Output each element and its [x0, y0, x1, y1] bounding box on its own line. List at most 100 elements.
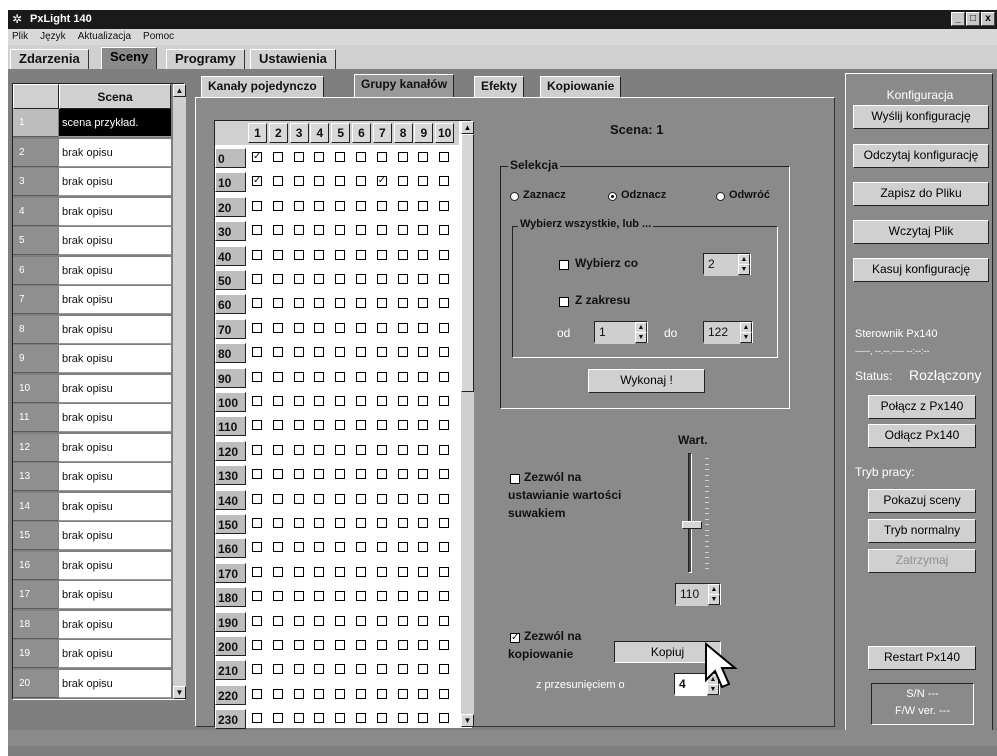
radio-odwroc[interactable]: [716, 192, 725, 201]
channel-checkbox[interactable]: [356, 176, 366, 187]
scene-row[interactable]: 19 brak opisu: [13, 640, 173, 669]
channel-checkbox[interactable]: [439, 347, 450, 358]
channel-checkbox[interactable]: [293, 493, 304, 504]
channel-checkbox[interactable]: [356, 493, 366, 504]
channel-checkbox[interactable]: [356, 664, 366, 675]
channel-checkbox[interactable]: [335, 444, 346, 455]
channel-checkbox[interactable]: [439, 249, 450, 260]
channel-checkbox[interactable]: [272, 713, 283, 724]
channel-checkbox[interactable]: [376, 493, 387, 504]
channel-checkbox[interactable]: [418, 444, 429, 455]
channel-checkbox[interactable]: [252, 640, 262, 650]
tab-zdarzenia[interactable]: Zdarzenia: [10, 49, 89, 69]
scene-description[interactable]: brak opisu: [59, 286, 171, 314]
channel-checkbox[interactable]: [272, 396, 283, 406]
from-down-icon[interactable]: ▼: [635, 332, 647, 343]
channel-checkbox[interactable]: [439, 274, 450, 284]
slider-value-spinner[interactable]: 110 ▲ ▼: [675, 583, 721, 606]
channel-checkbox[interactable]: [272, 176, 283, 187]
slider-track[interactable]: [688, 453, 692, 573]
scene-row[interactable]: 5 brak opisu: [13, 227, 173, 256]
channel-checkbox[interactable]: [293, 176, 304, 187]
channel-checkbox[interactable]: [418, 200, 429, 211]
channel-checkbox[interactable]: [356, 591, 366, 602]
channel-checkbox[interactable]: [356, 469, 366, 480]
scene-description[interactable]: brak opisu: [59, 256, 171, 285]
channel-checkbox[interactable]: [335, 225, 346, 236]
channel-checkbox[interactable]: [335, 518, 346, 528]
channel-checkbox[interactable]: [272, 444, 283, 455]
tab-programy[interactable]: Programy: [166, 49, 245, 69]
channel-checkbox[interactable]: [439, 176, 450, 187]
tab-kopiowanie[interactable]: Kopiowanie: [540, 76, 622, 97]
channel-checkbox[interactable]: [356, 249, 366, 260]
channel-checkbox[interactable]: [293, 713, 304, 724]
channel-checkbox[interactable]: [376, 371, 387, 382]
channel-checkbox[interactable]: [439, 640, 450, 650]
show-scenes-button[interactable]: Pokazuj sceny: [868, 489, 976, 513]
channel-checkbox[interactable]: [397, 298, 408, 309]
normal-mode-button[interactable]: Tryb normalny: [868, 519, 976, 543]
channel-checkbox[interactable]: [376, 615, 387, 626]
channel-checkbox[interactable]: [252, 664, 262, 675]
channel-checkbox[interactable]: [376, 713, 387, 724]
copy-allow-checkbox[interactable]: ✓: [510, 633, 520, 643]
channel-checkbox[interactable]: [252, 200, 262, 211]
channel-checkbox[interactable]: [252, 396, 262, 406]
channel-checkbox[interactable]: [272, 420, 283, 431]
channel-checkbox[interactable]: [397, 322, 408, 333]
channel-checkbox[interactable]: [293, 615, 304, 626]
channel-checkbox[interactable]: [335, 469, 346, 480]
disconnect-button[interactable]: Odłącz Px140: [868, 424, 976, 448]
channel-checkbox[interactable]: [314, 396, 325, 406]
slider-down-icon[interactable]: ▼: [708, 594, 720, 605]
channel-checkbox[interactable]: [335, 347, 346, 358]
scene-description[interactable]: brak opisu: [59, 551, 171, 580]
channel-checkbox[interactable]: [439, 396, 450, 406]
scene-description[interactable]: brak opisu: [59, 227, 171, 255]
channel-checkbox[interactable]: [397, 518, 408, 528]
channel-checkbox[interactable]: [439, 688, 450, 699]
scene-description[interactable]: brak opisu: [59, 492, 171, 521]
close-button[interactable]: x: [981, 12, 995, 26]
grid-scroll-thumb[interactable]: [461, 134, 474, 392]
channel-checkbox[interactable]: [439, 591, 450, 602]
channel-checkbox[interactable]: [376, 518, 387, 528]
channel-checkbox[interactable]: [272, 640, 283, 650]
channel-checkbox[interactable]: [356, 225, 366, 236]
slider-allow-checkbox[interactable]: [510, 474, 520, 484]
scene-description[interactable]: brak opisu: [59, 640, 171, 668]
scene-row[interactable]: 20 brak opisu: [13, 669, 173, 699]
grid-scrollbar[interactable]: ▲ ▼: [461, 121, 474, 727]
channel-checkbox[interactable]: [335, 640, 346, 650]
channel-checkbox[interactable]: [252, 420, 262, 431]
channel-checkbox[interactable]: [376, 566, 387, 577]
channel-checkbox[interactable]: [293, 469, 304, 480]
channel-checkbox[interactable]: [397, 566, 408, 577]
channel-checkbox[interactable]: [376, 152, 387, 162]
channel-checkbox[interactable]: [418, 371, 429, 382]
scene-description[interactable]: brak opisu: [59, 315, 171, 344]
channel-checkbox[interactable]: [293, 371, 304, 382]
tab-grupy-kanalow[interactable]: Grupy kanałów: [354, 74, 455, 97]
channel-checkbox[interactable]: [397, 688, 408, 699]
channel-checkbox[interactable]: [418, 298, 429, 309]
channel-checkbox[interactable]: [376, 225, 387, 236]
channel-checkbox[interactable]: ✓: [252, 152, 262, 162]
channel-checkbox[interactable]: [314, 493, 325, 504]
scene-row[interactable]: 2 brak opisu: [13, 138, 173, 168]
scene-description[interactable]: brak opisu: [59, 404, 171, 432]
every-checkbox[interactable]: [559, 260, 569, 270]
restart-button[interactable]: Restart Px140: [868, 646, 976, 670]
channel-checkbox[interactable]: [293, 420, 304, 431]
channel-checkbox[interactable]: [376, 591, 387, 602]
channel-checkbox[interactable]: [314, 444, 325, 455]
channel-checkbox[interactable]: [397, 371, 408, 382]
channel-checkbox[interactable]: [439, 542, 450, 553]
range-checkbox[interactable]: [559, 297, 569, 307]
to-spinner[interactable]: 122 ▲ ▼: [703, 321, 753, 344]
channel-checkbox[interactable]: [272, 152, 283, 162]
channel-checkbox[interactable]: [376, 322, 387, 333]
channel-checkbox[interactable]: [376, 420, 387, 431]
maximize-button[interactable]: □: [966, 12, 980, 26]
